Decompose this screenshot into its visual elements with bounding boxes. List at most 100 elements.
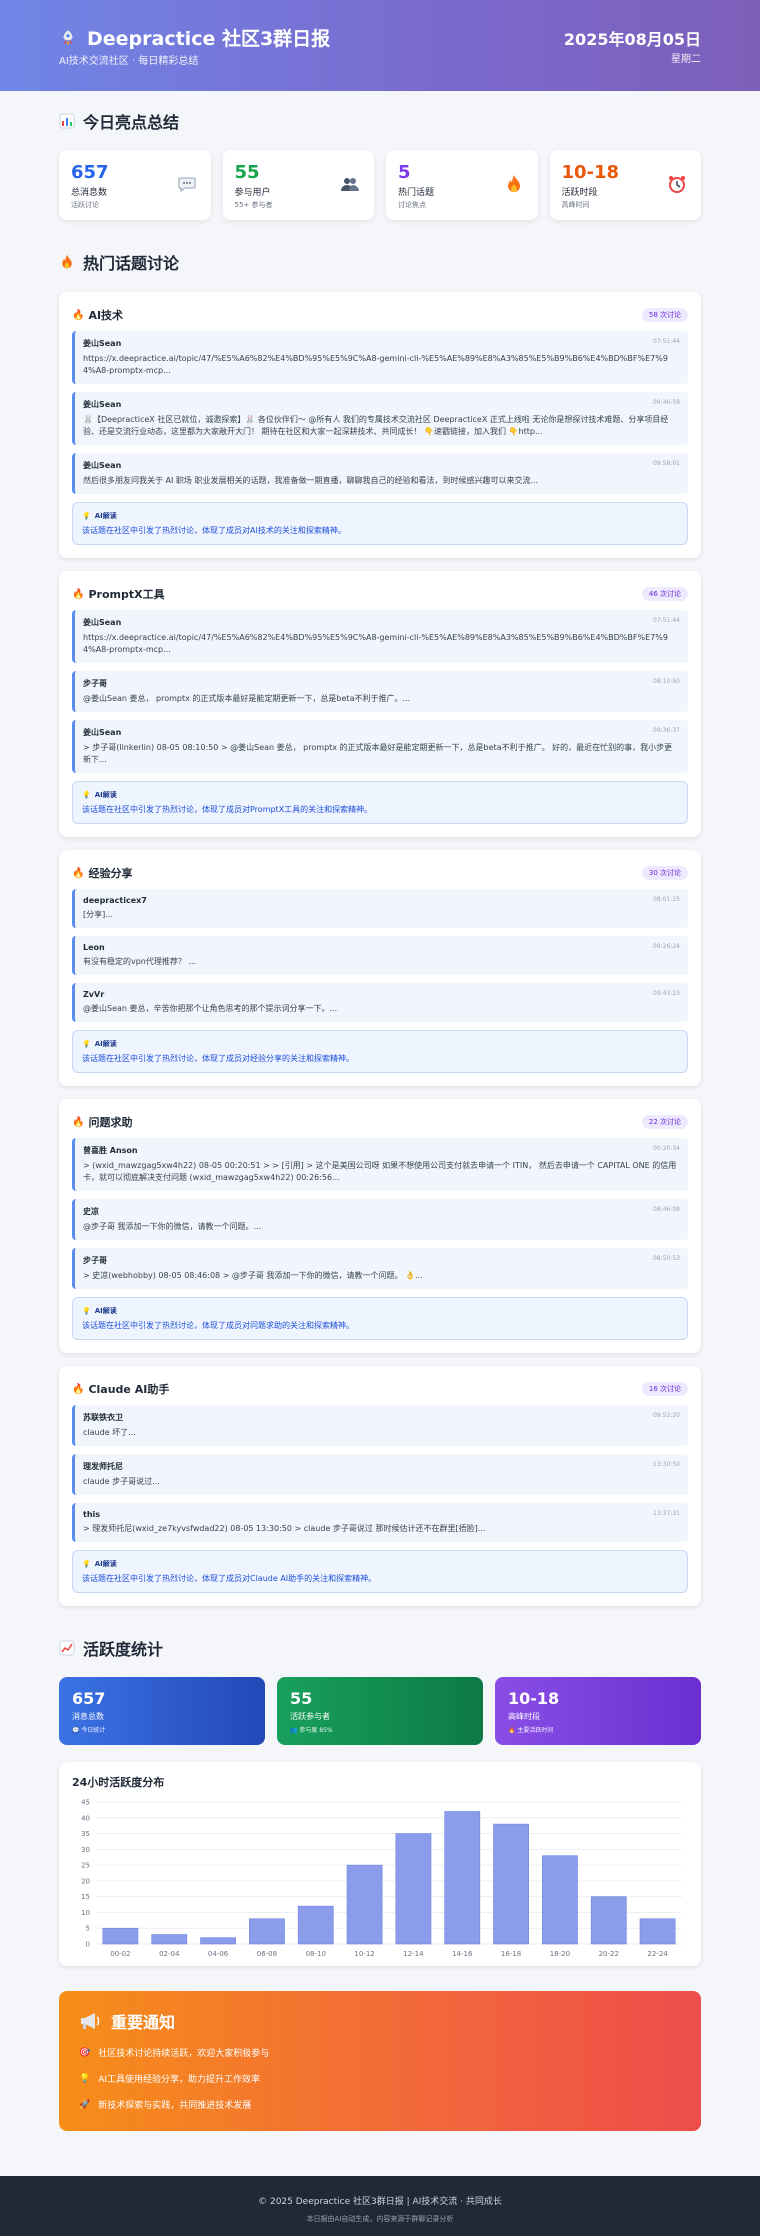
lightbulb-icon: 💡 [82,1560,91,1568]
topic-card: 🔥 AI技术 58 次讨论 姜山Sean 07:51:44 https://x.dee… [59,292,701,558]
notice-item-text: 新技术探索与实践，共同推进技术发展 [98,2101,252,2111]
report-date: 2025年08月05日 [563,30,701,49]
message-author: 姜山Sean [83,618,122,627]
activity-sub: 👥 参与度 85% [290,1727,333,1734]
message-text: @步子哥 我添加一下你的微信，请教一个问题。... [83,1222,262,1231]
message-item: deepracticex7 08:01:25 [分享]... [72,889,688,928]
message-item: 步子哥 08:10:50 @姜山Sean 姜总， promptx 的正式版本最好是能… [72,671,688,712]
topics-title-text: 热门话题讨论 [83,254,180,273]
message-time: 08:10:50 [653,678,680,685]
message-time: 13:30:50 [653,1461,680,1468]
ai-label: AI解读 [94,791,117,799]
message-item: 姜山Sean 07:51:44 https://x.deepractice.ai/t… [72,331,688,384]
topic-card: 🔥 经验分享 30 次讨论 deepracticex7 08:01:25 [分享]..… [59,850,701,1086]
megaphone-icon [81,2013,100,2029]
summary-cards: 657 总消息数 活跃讨论 55 参与用户 55+ 参与者 5 热门话题 讨论焦… [59,150,701,220]
message-item: Leon 09:26:24 有没有稳定的vpn代理推荐？ ... [72,936,688,975]
chart-bar [200,1937,236,1945]
fire-icon: 🔥 [72,1383,85,1395]
x-tick-label: 22-24 [647,1950,668,1958]
chart-bar [542,1855,578,1945]
message-time: 09:46:59 [653,399,680,406]
message-text: @姜山Sean 姜总，辛苦你把那个让角色思考的那个提示词分享一下。... [83,1004,338,1013]
message-author: 苏联铁衣卫 [83,1413,123,1422]
activity-section-title: 活跃度统计 [59,1636,701,1660]
topic-card: 🔥 PromptX工具 46 次讨论 姜山Sean 07:51:44 https://… [59,571,701,837]
message-time: 09:52:20 [653,1412,680,1419]
discussion-count-badge: 16 次讨论 [641,1382,688,1396]
notice-item-text: AI工具使用经验分享，助力提升工作效率 [98,2075,261,2085]
activity-label: 活跃参与者 [290,1712,330,1721]
message-item: 曾喜胜 Anson 00:20:34 > (wxid_mawzgag5xw4h22)… [72,1138,688,1191]
topic-title: 🔥 PromptX工具 [72,586,165,602]
topic-title: 🔥 问题求助 [72,1114,132,1130]
message-text: > 理发师托尼(wxid_ze7kyvsfwdad22) 08-05 13:30… [83,1524,486,1533]
activity-sub: 💬 今日统计 [72,1727,106,1734]
stat-card-topics: 5 热门话题 讨论焦点 [386,150,538,220]
bar-chart-icon [59,113,75,129]
speech-bubble-icon [178,177,195,192]
message-text: > 步子哥(linkerlin) 08-05 08:10:50 > @姜山Sea… [83,743,673,764]
activity-sub: 🔥 主要活跃时间 [508,1727,554,1734]
chart-bar [395,1833,432,1945]
message-author: Leon [83,943,105,952]
topic-title: 🔥 经验分享 [72,865,132,881]
stat-sub: 55+ 参与者 [234,201,273,209]
message-text: [分享]... [83,910,113,919]
chart-bar [297,1905,334,1945]
notice-item: 🎯 社区技术讨论持续活跃，欢迎大家积极参与 [79,2046,681,2060]
report-weekday: 星期二 [671,54,701,65]
message-time: 09:43:23 [653,990,680,997]
topic-title: 🔥 Claude AI助手 [72,1381,169,1397]
lightbulb-icon: 💡 [82,512,91,520]
line-chart-icon [59,1640,75,1656]
message-time: 07:51:44 [653,617,680,624]
chart-bar [249,1918,285,1945]
x-tick-label: 18-20 [550,1950,570,1958]
activity-label: 消息总数 [72,1712,104,1721]
activity-value: 55 [290,1689,313,1708]
message-author: 曾喜胜 Anson [83,1146,138,1155]
activity-card-participants: 55 活跃参与者 👥 参与度 85% [277,1677,483,1745]
message-item: 苏联铁衣卫 09:52:20 claude 坏了... [72,1405,688,1446]
message-time: 13:37:31 [653,1510,680,1517]
fire-icon: 🔥 [72,309,85,321]
page-footer: © 2025 Deepractice 社区3群日报 | AI技术交流 · 共同成… [0,2176,760,2236]
message-text: 有没有稳定的vpn代理推荐？ ... [83,957,197,966]
page-subtitle: AI技术交流社区 · 每日精彩总结 [59,56,199,67]
x-tick-label: 00-02 [110,1950,130,1958]
chart-bar [151,1934,188,1945]
footer-note: 本日报由AI自动生成，内容来源于群聊记录分析 [306,2215,454,2223]
notice-title: 重要通知 [79,2009,681,2033]
notice-item-text: 社区技术讨论持续活跃，欢迎大家积极参与 [98,2049,270,2059]
message-author: 理发师托尼 [83,1462,123,1471]
topic-title: 🔥 AI技术 [72,307,123,323]
lightbulb-icon: 💡 [79,2073,91,2084]
ai-interpretation-box: 💡 AI解读该话题在社区中引发了热烈讨论，体现了成员对PromptX工具的关注和探… [72,781,688,824]
activity-label: 高峰时段 [508,1712,540,1721]
y-tick-label: 35 [81,1830,90,1838]
message-time: 09:26:24 [653,943,680,950]
message-text: claude 步子哥说过... [83,1477,160,1486]
topics-section-title: 热门话题讨论 [59,250,701,274]
ai-interpretation-text: 该话题在社区中引发了热烈讨论，体现了成员对问题求助的关注和探索精神。 [82,1321,354,1330]
lightbulb-icon: 💡 [82,1307,91,1315]
fire-icon: 🔥 [72,1116,85,1128]
header-title-text: Deepractice 社区3群日报 [87,28,331,50]
x-tick-label: 04-06 [208,1950,229,1958]
ai-label: AI解读 [94,1040,117,1048]
target-icon: 🎯 [79,2047,91,2058]
activity-chart-card: 24小时活跃度分布 0 5 10 15 20 25 30 35 40 45 00-02 02-04 04… [59,1762,701,1966]
message-author: ZvVr [83,990,105,999]
stat-sub: 讨论焦点 [398,201,426,209]
ai-interpretation-box: 💡 AI解读 该话题在社区中引发了热烈讨论，体现了成员对AI技术的关注和探索精神。 [72,502,688,545]
x-tick-label: 20-22 [599,1950,619,1958]
message-author: 姜山Sean [83,400,122,409]
message-item: 姜山Sean 07:51:44 https://x.deepractice.ai/t… [72,610,688,663]
lightbulb-icon: 💡 [82,791,91,799]
message-item: this 13:37:31 > 理发师托尼(wxid_ze7kyvsfwdad22)… [72,1503,688,1542]
ai-interpretation-text: 该话题在社区中引发了热烈讨论，体现了成员对PromptX工具的关注和探索精神。 [82,805,373,814]
notice-item: 🚀 新技术探索与实践，共同推进技术发展 [79,2098,681,2112]
rocket-icon: 🚀 [79,2099,91,2110]
ai-interpretation-text: 该话题在社区中引发了热烈讨论，体现了成员对AI技术的关注和探索精神。 [82,526,346,535]
